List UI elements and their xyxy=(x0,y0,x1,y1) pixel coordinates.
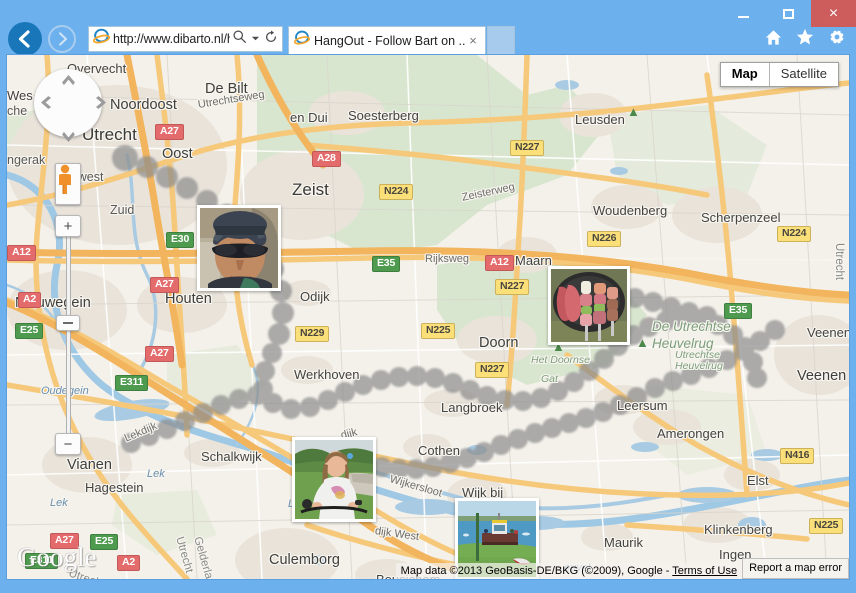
settings-gear-icon[interactable] xyxy=(828,28,846,51)
road-shield: N229 xyxy=(295,326,330,343)
google-map[interactable]: Overvecht De Bilt Noordoost Utrecht Oost Wes c… xyxy=(6,54,850,580)
tab-favicon-icon xyxy=(293,30,311,51)
road-shield: E30 xyxy=(166,232,195,249)
google-logo: Google xyxy=(17,542,97,572)
map-base-graphics xyxy=(7,55,849,579)
tab-close-icon[interactable]: × xyxy=(465,33,481,48)
map-canvas[interactable]: Overvecht De Bilt Noordoost Utrecht Oost Wes c… xyxy=(7,55,849,579)
forest-poi-icon: ▲ xyxy=(636,335,649,350)
refresh-icon[interactable] xyxy=(264,29,278,49)
girl-cyclist-photo[interactable] xyxy=(292,437,376,522)
road-shield: N224 xyxy=(777,226,812,243)
forest-poi-icon: ▲ xyxy=(627,104,640,119)
map-attribution: Map data ©2013 GeoBasis-DE/BKG (©2009), … xyxy=(395,558,849,579)
street-view-pegman-icon[interactable] xyxy=(55,163,81,205)
road-shield: N227 xyxy=(510,140,545,157)
map-type-map-button[interactable]: Map xyxy=(721,63,769,86)
close-icon: × xyxy=(828,4,839,22)
road-shield: A27 xyxy=(150,277,179,294)
road-shield: E35 xyxy=(724,303,753,320)
close-button[interactable]: × xyxy=(811,0,856,27)
attribution-text: Map data ©2013 GeoBasis-DE/BKG (©2009), … xyxy=(395,563,743,579)
zoom-slider-track[interactable] xyxy=(66,227,71,447)
road-shield: A27 xyxy=(155,124,184,141)
road-shield: A2 xyxy=(18,292,42,309)
road-shield: N224 xyxy=(379,184,414,201)
back-button[interactable] xyxy=(8,22,42,56)
map-zoom-control[interactable]: + − xyxy=(55,215,81,455)
window-controls: × xyxy=(721,0,856,27)
road-shield: N416 xyxy=(780,448,815,465)
road-shield: N226 xyxy=(587,231,622,248)
zoom-in-button[interactable]: + xyxy=(55,215,81,237)
map-pan-control[interactable] xyxy=(34,69,106,142)
chrome-toolbar-icons xyxy=(765,28,846,51)
forward-arrow-icon xyxy=(58,32,68,46)
new-tab-button[interactable] xyxy=(487,26,515,54)
road-shield: A12 xyxy=(7,245,36,262)
zoom-out-button[interactable]: − xyxy=(55,433,81,455)
road-shield: E35 xyxy=(372,256,401,273)
maximize-button[interactable] xyxy=(766,0,811,27)
search-icon[interactable] xyxy=(232,29,247,49)
road-shield: E311 xyxy=(115,375,149,392)
road-shield: N225 xyxy=(421,323,456,340)
favorites-star-icon[interactable] xyxy=(796,28,814,51)
road-shield: N227 xyxy=(495,279,530,296)
browser-window: × http://www.dibarto.nl/h HangOut - Foll… xyxy=(0,0,856,593)
attribution-copy: Map data ©2013 GeoBasis-DE/BKG (©2009), … xyxy=(400,565,673,577)
tab-title: HangOut - Follow Bart on ... xyxy=(314,33,465,48)
bbq-skewers-photo[interactable] xyxy=(548,266,630,345)
cyclist-selfie-photo[interactable] xyxy=(197,205,281,291)
road-shield: N227 xyxy=(475,362,510,379)
internet-explorer-icon xyxy=(92,28,111,50)
road-shield: A2 xyxy=(117,555,141,572)
report-map-error-button[interactable]: Report a map error xyxy=(742,558,849,579)
road-shield: A28 xyxy=(312,151,341,168)
browser-chrome: × http://www.dibarto.nl/h HangOut - Foll… xyxy=(0,0,856,56)
browser-tab[interactable]: HangOut - Follow Bart on ... × xyxy=(288,26,486,54)
back-arrow-icon xyxy=(18,30,30,48)
address-bar[interactable]: http://www.dibarto.nl/h xyxy=(88,26,283,52)
minimize-button[interactable] xyxy=(721,0,766,27)
home-icon[interactable] xyxy=(765,29,782,51)
chevron-down-icon[interactable] xyxy=(251,30,260,48)
address-input[interactable]: http://www.dibarto.nl/h xyxy=(113,32,230,46)
road-shield: N225 xyxy=(809,518,844,535)
forward-button[interactable] xyxy=(48,25,76,53)
terms-of-use-link[interactable]: Terms of Use xyxy=(672,565,737,577)
road-shield: A12 xyxy=(485,255,514,272)
map-type-satellite-button[interactable]: Satellite xyxy=(768,63,838,87)
zoom-slider-handle[interactable] xyxy=(56,315,80,331)
road-shield: A27 xyxy=(145,346,174,363)
map-type-toggle[interactable]: Map Satellite xyxy=(719,62,839,88)
road-shield: E25 xyxy=(15,323,44,340)
